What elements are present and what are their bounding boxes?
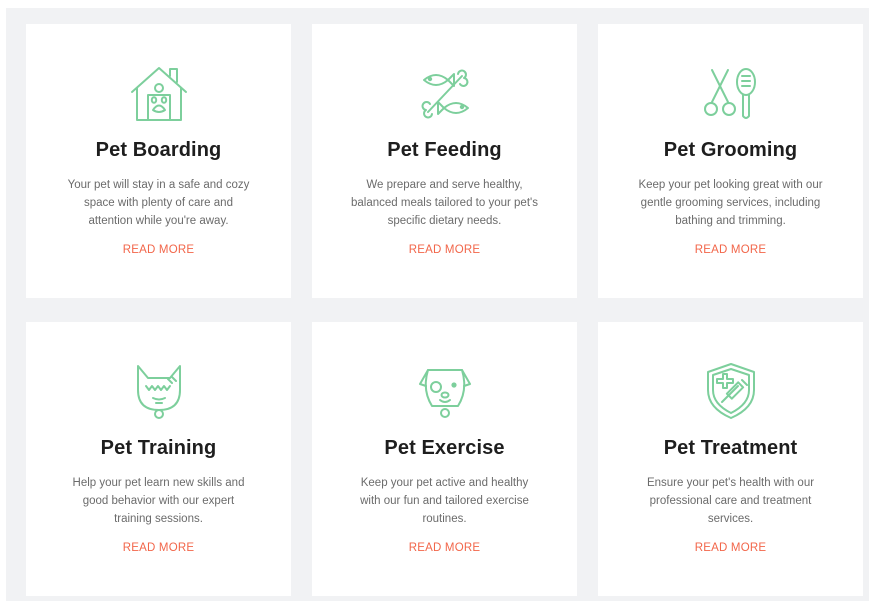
service-card-pet-exercise: Pet Exercise Keep your pet active and he… — [312, 322, 577, 596]
card-description: Keep your pet looking great with our gen… — [638, 179, 823, 227]
card-description: Keep your pet active and healthy with ou… — [360, 477, 529, 525]
read-more-link[interactable]: READ MORE — [312, 542, 577, 554]
read-more-link[interactable]: READ MORE — [26, 542, 291, 554]
read-more-link[interactable]: READ MORE — [598, 244, 863, 256]
card-title: Pet Feeding — [387, 139, 502, 161]
read-more-link[interactable]: READ MORE — [312, 244, 577, 256]
card-description: We prepare and serve healthy, balanced m… — [351, 179, 538, 227]
service-card-pet-training: Pet Training Help your pet learn new ski… — [26, 322, 291, 596]
card-title: Pet Treatment — [663, 437, 798, 459]
card-title: Pet Grooming — [663, 139, 798, 161]
card-description: Your pet will stay in a safe and cozy sp… — [67, 179, 250, 227]
read-more-link[interactable]: READ MORE — [598, 542, 863, 554]
card-description: Ensure your pet's health with our profes… — [646, 477, 815, 525]
card-title: Pet Exercise — [384, 437, 505, 459]
service-card-pet-boarding: Pet Boarding Your pet will stay in a saf… — [26, 24, 291, 298]
fish-bone-icon — [414, 62, 476, 124]
scissors-brush-icon — [700, 62, 762, 124]
service-card-pet-treatment: Pet Treatment Ensure your pet's health w… — [598, 322, 863, 596]
read-more-link[interactable]: READ MORE — [26, 244, 291, 256]
service-card-pet-grooming: Pet Grooming Keep your pet looking great… — [598, 24, 863, 298]
house-paw-icon — [128, 62, 190, 124]
shield-syringe-icon — [700, 360, 762, 422]
dog-face-icon — [414, 360, 476, 422]
card-description: Help your pet learn new skills and good … — [72, 477, 245, 525]
card-title: Pet Training — [100, 437, 217, 459]
cat-face-icon — [128, 360, 190, 422]
service-card-pet-feeding: Pet Feeding We prepare and serve healthy… — [312, 24, 577, 298]
card-title: Pet Boarding — [95, 139, 222, 161]
services-grid: Pet Boarding Your pet will stay in a saf… — [6, 8, 869, 601]
